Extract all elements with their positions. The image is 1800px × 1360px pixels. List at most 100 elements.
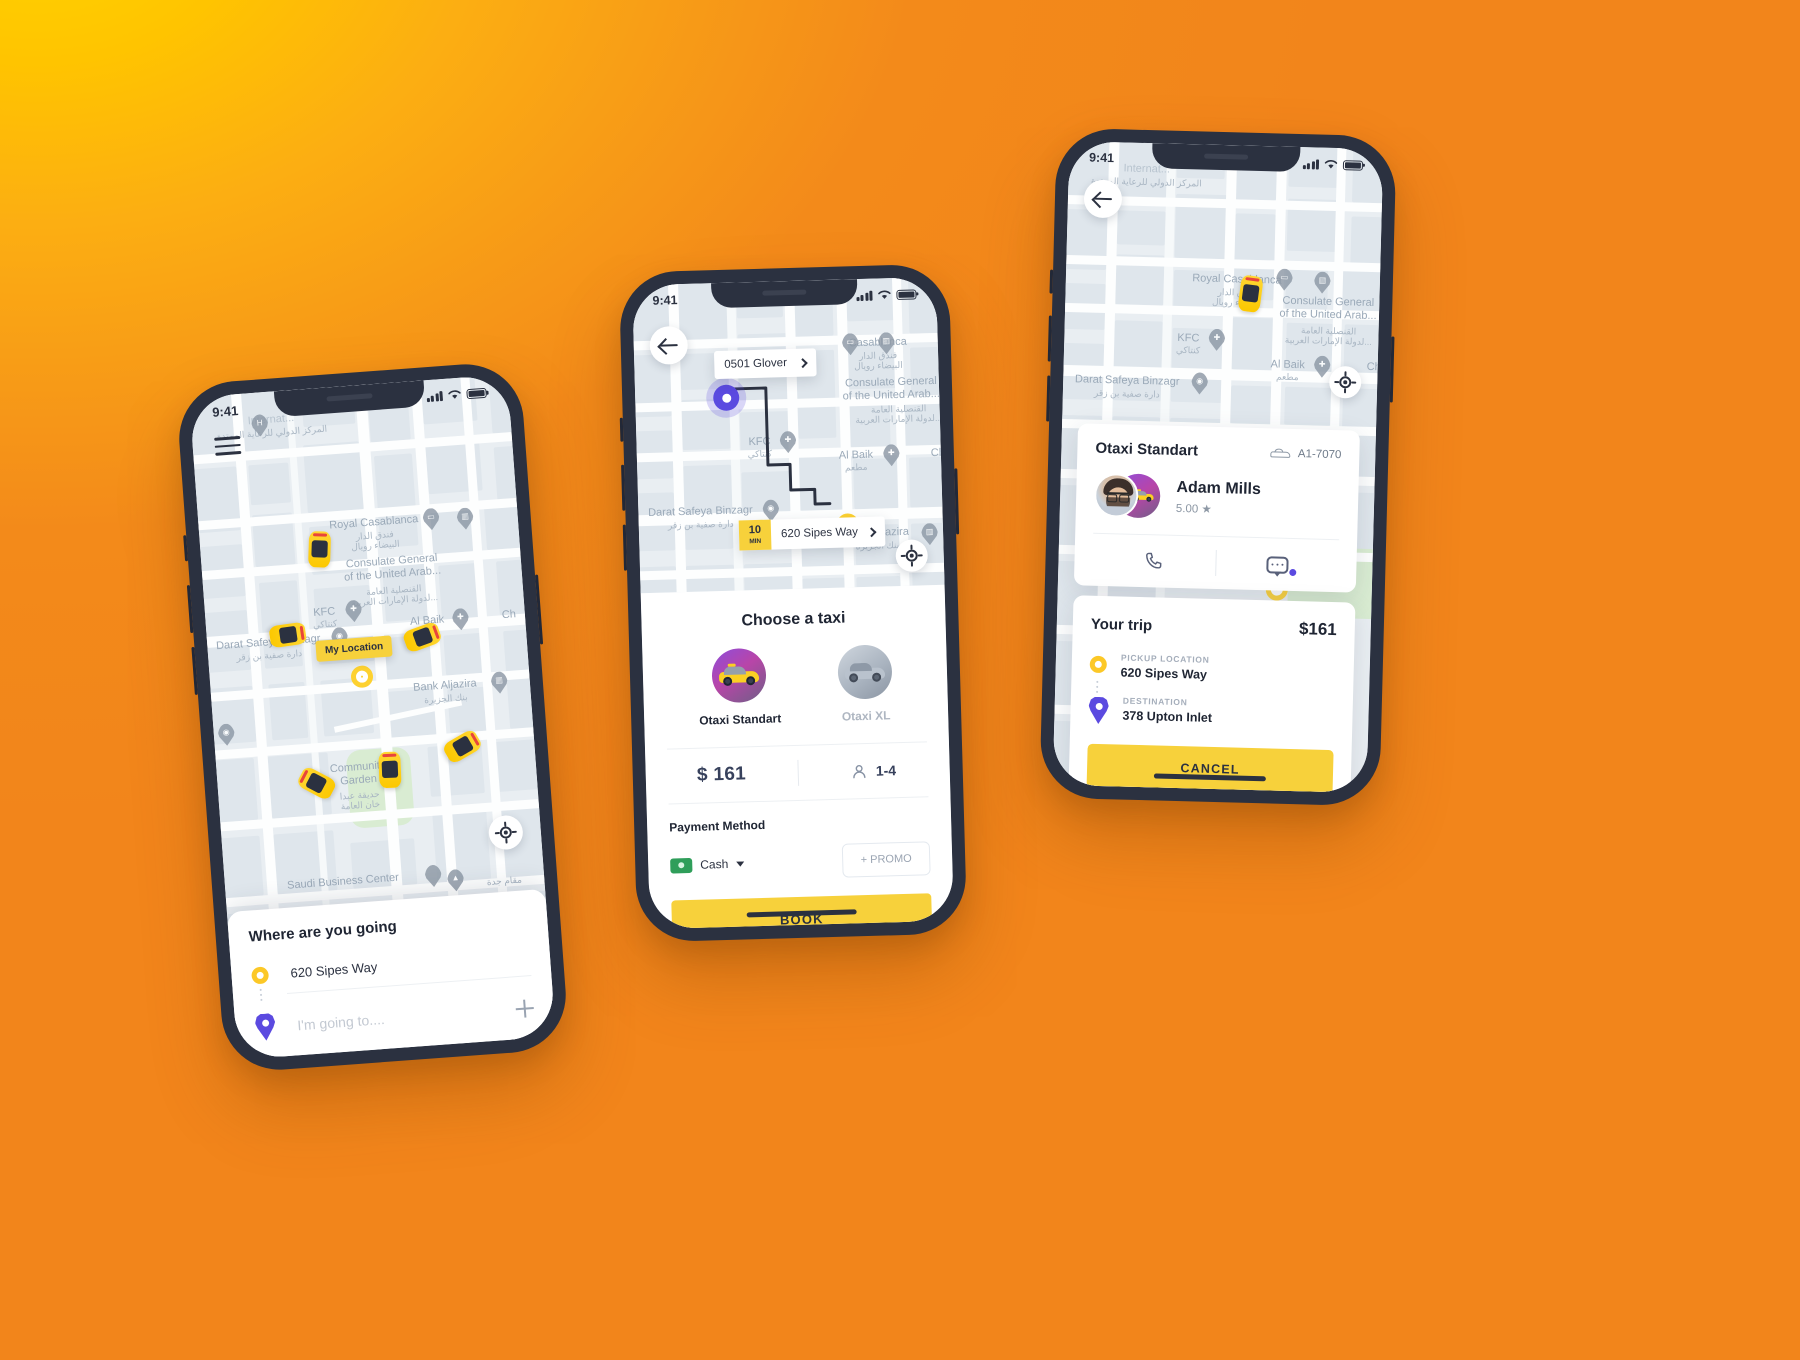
menu-button[interactable] [214,435,242,461]
origin-address-text: 0501 Glover [724,357,788,371]
taxi-xl-icon [837,644,893,700]
promo-button[interactable]: + PROMO [841,841,931,878]
trip-card-header: Your trip $161 [1091,614,1337,640]
phone2-screen: Casablanca فندق الدار البيضاء رويال Consu… [632,276,954,930]
driver-avatar-group [1093,472,1161,519]
call-driver-button[interactable] [1092,549,1215,574]
driver-rating: 5.00 ★ [1175,502,1212,516]
taxi-option-xl[interactable]: Otaxi XL [837,644,893,724]
signal-icon [855,290,873,301]
hamburger-icon [215,451,242,456]
gps-target-icon [1334,371,1357,394]
phone-device-1: Internat... المركز الدولي للرعاية الممتد… [175,360,570,1074]
map-label: KFC [1177,331,1200,345]
app-showcase-background: Internat... المركز الدولي للرعاية الممتد… [0,0,1800,1360]
unread-badge [1289,568,1297,576]
status-icons [1302,158,1364,171]
trip-price: $161 [1298,619,1338,640]
taxi-option-standard[interactable]: Otaxi Standart [697,647,782,728]
destination-address-chip[interactable]: 10 MIN 620 Sipes Way [738,516,886,551]
cancel-button[interactable]: CANCEL [1086,743,1334,793]
destination-address-text: 620 Sipes Way [780,526,859,541]
arrow-left-icon [660,336,678,354]
capacity-indicator: 1-4 [852,762,897,779]
phone1-screen: Internat... المركز الدولي للرعاية الممتد… [189,374,556,1060]
destination-pin-icon [254,1013,276,1041]
origin-address-chip[interactable]: 0501 Glover [713,348,817,380]
phone-device-3: Internat... المركز الدولي للرعاية الممتد… [1039,127,1397,807]
destination-sheet: Where are you going 620 Sipes Way I'm go… [226,888,556,1060]
status-time: 9:41 [211,403,239,420]
taxi-marker [308,531,332,568]
arrow-left-icon [1094,190,1112,208]
taxi-option-label: Otaxi Standart [699,711,782,728]
price-capacity-row: $ 161 1-4 [645,742,950,804]
map-label: Consulate General of the United Arab... [1279,294,1377,322]
person-icon [853,764,866,778]
status-time: 9:41 [1088,150,1115,166]
map-label-ar: كنتاكي [1175,344,1201,356]
destination-input[interactable]: I'm going to.... [297,1002,507,1032]
car-icon [1270,448,1290,459]
eta-badge: 10 MIN [738,519,772,551]
phone-device-2: Casablanca فندق الدار البيضاء رويال Consu… [618,263,968,943]
battery-icon [1342,159,1364,171]
eta-unit: MIN [749,537,762,546]
wifi-icon [878,290,891,299]
signal-icon [1302,158,1320,170]
pickup-dot-icon [1089,655,1108,674]
plate-number: A1-7070 [1297,447,1342,461]
gps-target-icon [900,544,923,567]
pickup-dot-icon [251,966,270,985]
phone-icon [1146,552,1162,569]
payment-method-selector[interactable]: Cash [670,856,745,874]
capacity-value: 1-4 [875,762,897,779]
message-driver-button[interactable] [1216,554,1339,576]
taxi-marker [378,751,402,789]
map-canvas-2[interactable]: Casablanca فندق الدار البيضاء رويال Consu… [632,276,945,594]
destination-pin-icon [1088,697,1109,725]
gps-target-icon [494,821,517,844]
driver-card: Otaxi Standart A1-7070 Adam Mills 5.00 ★ [1073,423,1360,593]
contact-actions [1092,534,1339,592]
cash-icon [670,857,693,874]
destination-caption: DESTINATION [1122,695,1188,708]
choose-taxi-panel: Choose a taxi Otaxi Standart Otaxi XL $ … [640,584,954,930]
vehicle-plate: A1-7070 [1270,447,1342,461]
service-name: Otaxi Standart [1095,439,1199,460]
hamburger-icon [214,443,241,449]
chevron-down-icon [736,860,745,867]
wifi-icon [1324,159,1338,168]
battery-icon [896,288,917,300]
chat-icon [1265,555,1289,574]
payment-method-value: Cash [700,856,729,872]
panel-title: Choose a taxi [741,609,846,630]
trip-price: $ 161 [696,763,747,786]
avatar [1093,472,1139,518]
pickup-caption: PICKUP LOCATION [1120,652,1210,665]
status-time: 9:41 [652,293,678,308]
hamburger-icon [214,435,241,441]
route-connector [1096,680,1099,693]
battery-icon [466,387,487,400]
status-icons [426,387,487,403]
map-label-ar: القنصلية العامة لدولة الإمارات العربية... [1284,325,1372,348]
phone3-screen: Internat... المركز الدولي للرعاية الممتد… [1052,141,1384,793]
driver-name: Adam Mills [1176,478,1262,499]
eta-value: 10 [748,523,762,537]
trip-title: Your trip [1090,615,1153,634]
taxi-option-label: Otaxi XL [841,708,891,724]
trip-card: Your trip $161 PICKUP LOCATION 620 Sipes… [1068,595,1356,793]
add-stop-button[interactable] [515,998,534,1017]
taxi-standard-icon [711,647,767,704]
payment-method-label: Payment Method [669,817,766,835]
wifi-icon [448,390,461,399]
route-connector [259,988,263,1001]
status-icons [855,288,917,301]
destination-value: 378 Upton Inlet [1122,708,1213,725]
driver-card-header: Otaxi Standart A1-7070 [1095,440,1341,463]
map-label: Al Baik [1270,358,1305,372]
sheet-title: Where are you going [248,917,398,946]
signal-icon [426,391,444,403]
map-label-ar: مطعم [1275,371,1299,383]
